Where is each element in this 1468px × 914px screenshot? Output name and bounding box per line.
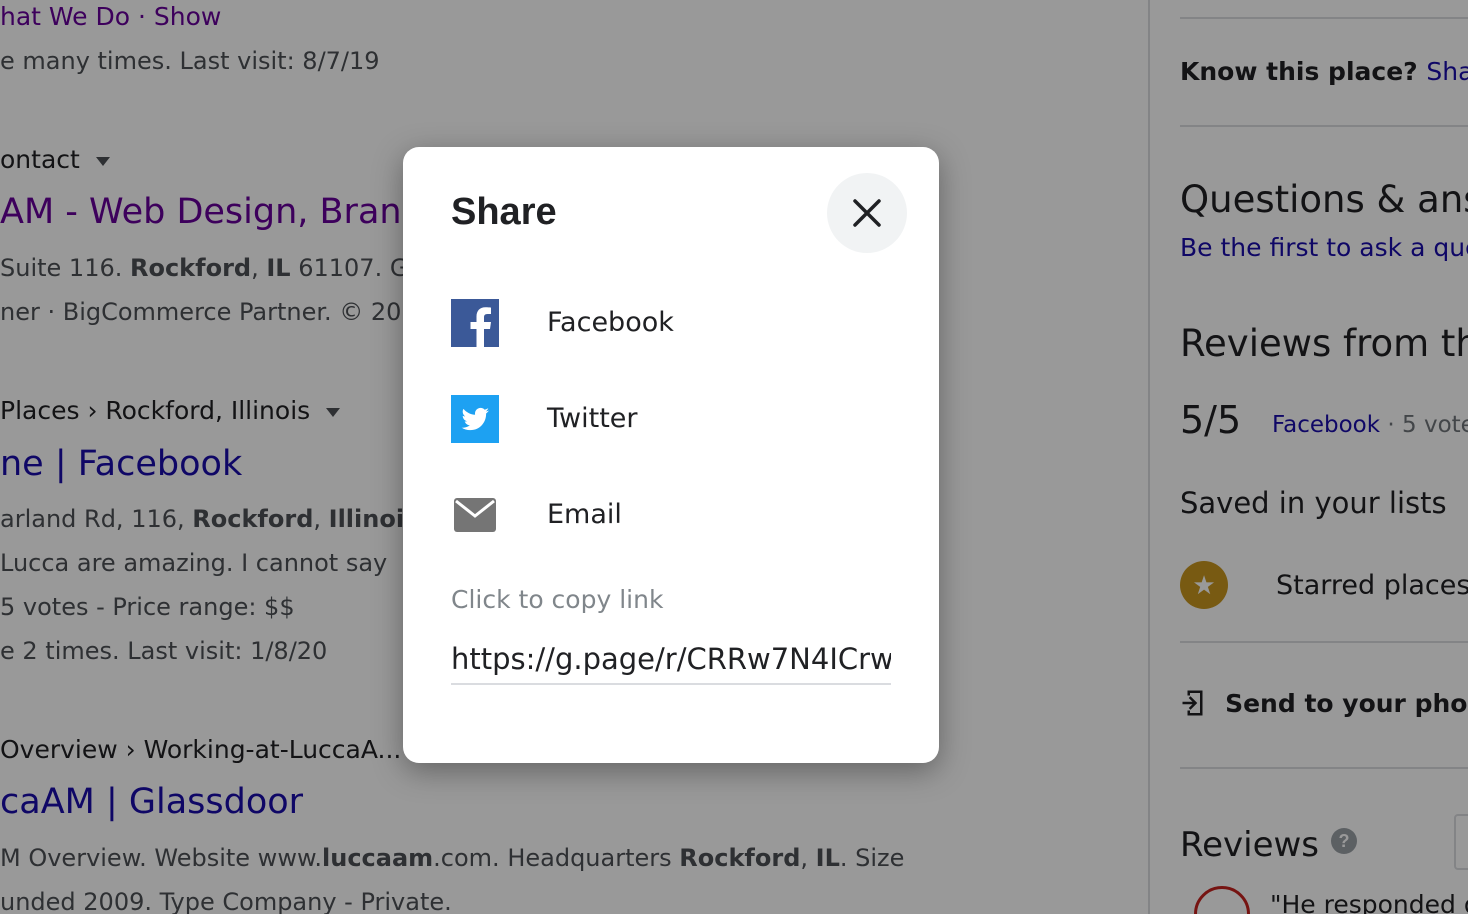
- share-option-label: Email: [547, 499, 622, 530]
- share-facebook-option[interactable]: Facebook: [451, 287, 891, 359]
- close-icon: [853, 199, 881, 227]
- share-link-input[interactable]: [451, 635, 891, 685]
- email-icon: [454, 498, 496, 532]
- close-button[interactable]: [827, 173, 907, 253]
- facebook-icon: [451, 299, 499, 347]
- share-dialog: Share Facebook Twitter Email Click to co…: [403, 147, 939, 763]
- copy-link-label: Click to copy link: [451, 585, 664, 614]
- share-twitter-option[interactable]: Twitter: [451, 383, 891, 455]
- share-option-label: Twitter: [547, 403, 638, 434]
- share-option-label: Facebook: [547, 307, 674, 338]
- dialog-title: Share: [451, 191, 557, 233]
- twitter-icon: [451, 395, 499, 443]
- share-email-option[interactable]: Email: [451, 479, 891, 551]
